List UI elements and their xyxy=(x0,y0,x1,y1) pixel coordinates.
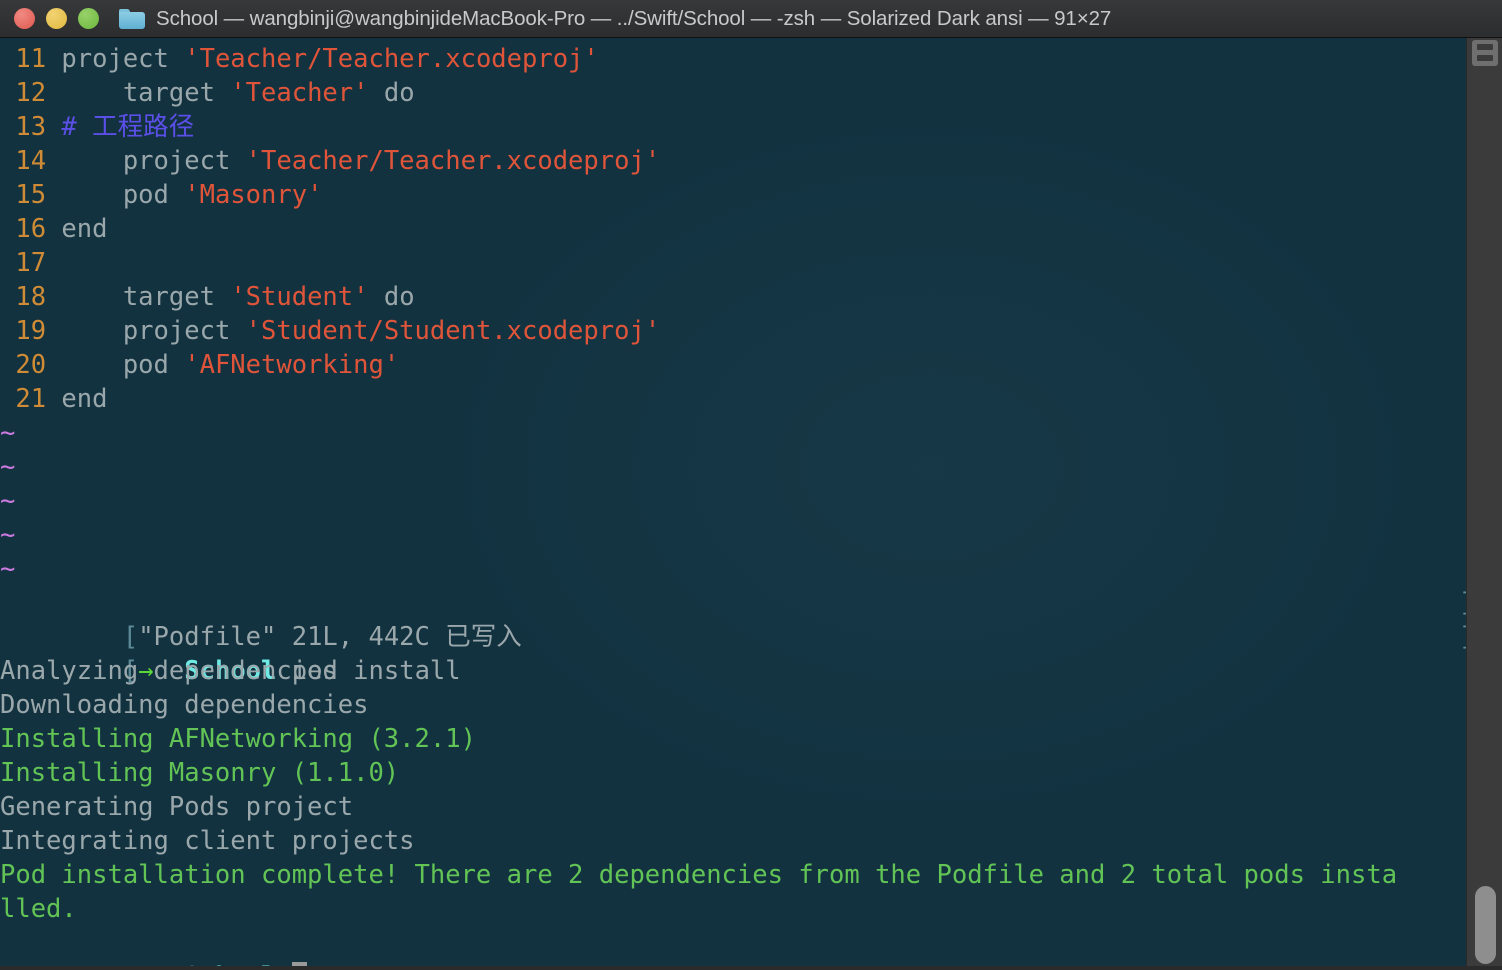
shell-output-line: lled. xyxy=(0,892,1466,926)
vim-line-number: 20 xyxy=(0,350,62,380)
vim-buffer-line: 11 project 'Teacher/Teacher.xcodeproj' xyxy=(0,42,1466,76)
shell-output-line: Downloading dependencies xyxy=(0,688,1466,722)
tilde-marker: ~ xyxy=(0,554,16,584)
vim-buffer-line: 18 target 'Student' do xyxy=(0,280,1466,314)
vim-tilde-line: ~ xyxy=(0,552,1466,586)
vim-buffer-line: 13 # 工程路径 xyxy=(0,110,1466,144)
output-text: Generating Pods project xyxy=(0,792,354,822)
code-token: project xyxy=(61,316,246,346)
code-token: end xyxy=(61,214,108,244)
folder-icon xyxy=(119,8,145,29)
window-title: School — wangbinji@wangbinjideMacBook-Pr… xyxy=(156,6,1112,30)
shell-output: Analyzing dependencies Downloading depend… xyxy=(0,654,1466,926)
tilde-marker: ~ xyxy=(0,520,16,550)
vim-buffer-line: 19 project 'Student/Student.xcodeproj' xyxy=(0,314,1466,348)
vim-editor-buffer: 11 project 'Teacher/Teacher.xcodeproj' 1… xyxy=(0,42,1466,416)
code-token: 'Teacher' xyxy=(230,78,369,108)
vim-buffer-line: 20 pod 'AFNetworking' xyxy=(0,348,1466,382)
output-text: Installing Masonry (1.1.0) xyxy=(0,758,400,788)
vim-buffer-line: 12 target 'Teacher' do xyxy=(0,76,1466,110)
tilde-marker: ~ xyxy=(0,486,16,516)
shell-output-line: Analyzing dependencies xyxy=(0,654,1466,688)
vim-line-number: 13 xyxy=(0,112,62,142)
close-button[interactable] xyxy=(14,8,35,29)
shell-command-line: [→ School pod install ] xyxy=(0,620,1475,686)
window-bottom-edge xyxy=(0,966,1502,970)
vim-buffer-line: 17 xyxy=(0,246,1466,280)
code-token: do xyxy=(368,282,415,312)
code-token: end xyxy=(61,384,108,414)
shell-output-line: Pod installation complete! There are 2 d… xyxy=(0,858,1466,892)
split-pane-icon[interactable] xyxy=(1472,40,1498,66)
terminal-window: School — wangbinji@wangbinjideMacBook-Pr… xyxy=(0,0,1502,970)
code-token: 'Teacher/Teacher.xcodeproj' xyxy=(184,44,599,74)
vim-line-number: 17 xyxy=(0,248,62,278)
vim-empty-line-markers: ~ ~ ~ ~ ~ xyxy=(0,416,1466,586)
vim-tilde-line: ~ xyxy=(0,518,1466,552)
vim-tilde-line: ~ xyxy=(0,416,1466,450)
tilde-marker: ~ xyxy=(0,452,16,482)
vim-line-number: 14 xyxy=(0,146,62,176)
vim-line-number: 15 xyxy=(0,180,62,210)
vim-buffer-line: 21 end xyxy=(0,382,1466,416)
vim-buffer-line: 14 project 'Teacher/Teacher.xcodeproj' xyxy=(0,144,1466,178)
right-gutter xyxy=(1466,38,1502,970)
maximize-button[interactable] xyxy=(78,8,99,29)
code-token: project xyxy=(61,146,246,176)
output-text: Installing AFNetworking (3.2.1) xyxy=(0,724,476,754)
code-token: do xyxy=(368,78,415,108)
terminal-screen[interactable]: 11 project 'Teacher/Teacher.xcodeproj' 1… xyxy=(0,38,1502,970)
code-token: 'Masonry' xyxy=(184,180,323,210)
code-token: target xyxy=(61,78,231,108)
vim-line-number: 11 xyxy=(0,44,62,74)
output-text: lled. xyxy=(0,894,77,924)
shell-output-line: Integrating client projects xyxy=(0,824,1466,858)
code-token: 'Student' xyxy=(230,282,369,312)
vim-line-number: 18 xyxy=(0,282,62,312)
minimize-button[interactable] xyxy=(46,8,67,29)
output-text: Integrating client projects xyxy=(0,826,415,856)
code-token: pod xyxy=(61,180,185,210)
vim-buffer-line: 16 end xyxy=(0,212,1466,246)
vim-buffer-line: 15 pod 'Masonry' xyxy=(0,178,1466,212)
terminal-text-area[interactable]: 11 project 'Teacher/Teacher.xcodeproj' 1… xyxy=(0,38,1475,970)
output-text: Downloading dependencies xyxy=(0,690,369,720)
code-token: # 工程路径 xyxy=(61,112,195,142)
final-prompt-line: → School xyxy=(0,926,1466,970)
vim-line-number: 16 xyxy=(0,214,62,244)
output-text: Analyzing dependencies xyxy=(0,656,338,686)
vim-line-number: 19 xyxy=(0,316,62,346)
vim-line-number: 12 xyxy=(0,78,62,108)
shell-output-line: Installing Masonry (1.1.0) xyxy=(0,756,1466,790)
vim-line-number: 21 xyxy=(0,384,62,414)
window-titlebar[interactable]: School — wangbinji@wangbinjideMacBook-Pr… xyxy=(0,0,1502,38)
code-token: 'AFNetworking' xyxy=(184,350,400,380)
vim-tilde-line: ~ xyxy=(0,484,1466,518)
code-token: target xyxy=(61,282,231,312)
vim-status-line: ["Podfile" 21L, 442C 已写入 ] xyxy=(0,586,1475,652)
vertical-scrollbar[interactable] xyxy=(1475,886,1496,964)
shell-output-line: Generating Pods project xyxy=(0,790,1466,824)
output-text: Pod installation complete! There are 2 d… xyxy=(0,860,1398,890)
vim-tilde-line: ~ xyxy=(0,450,1466,484)
shell-output-line: Installing AFNetworking (3.2.1) xyxy=(0,722,1466,756)
code-token: 'Student/Student.xcodeproj' xyxy=(245,316,661,346)
code-token: pod xyxy=(61,350,185,380)
tilde-marker: ~ xyxy=(0,418,16,448)
code-token: project xyxy=(61,44,185,74)
code-token: 'Teacher/Teacher.xcodeproj' xyxy=(245,146,661,176)
